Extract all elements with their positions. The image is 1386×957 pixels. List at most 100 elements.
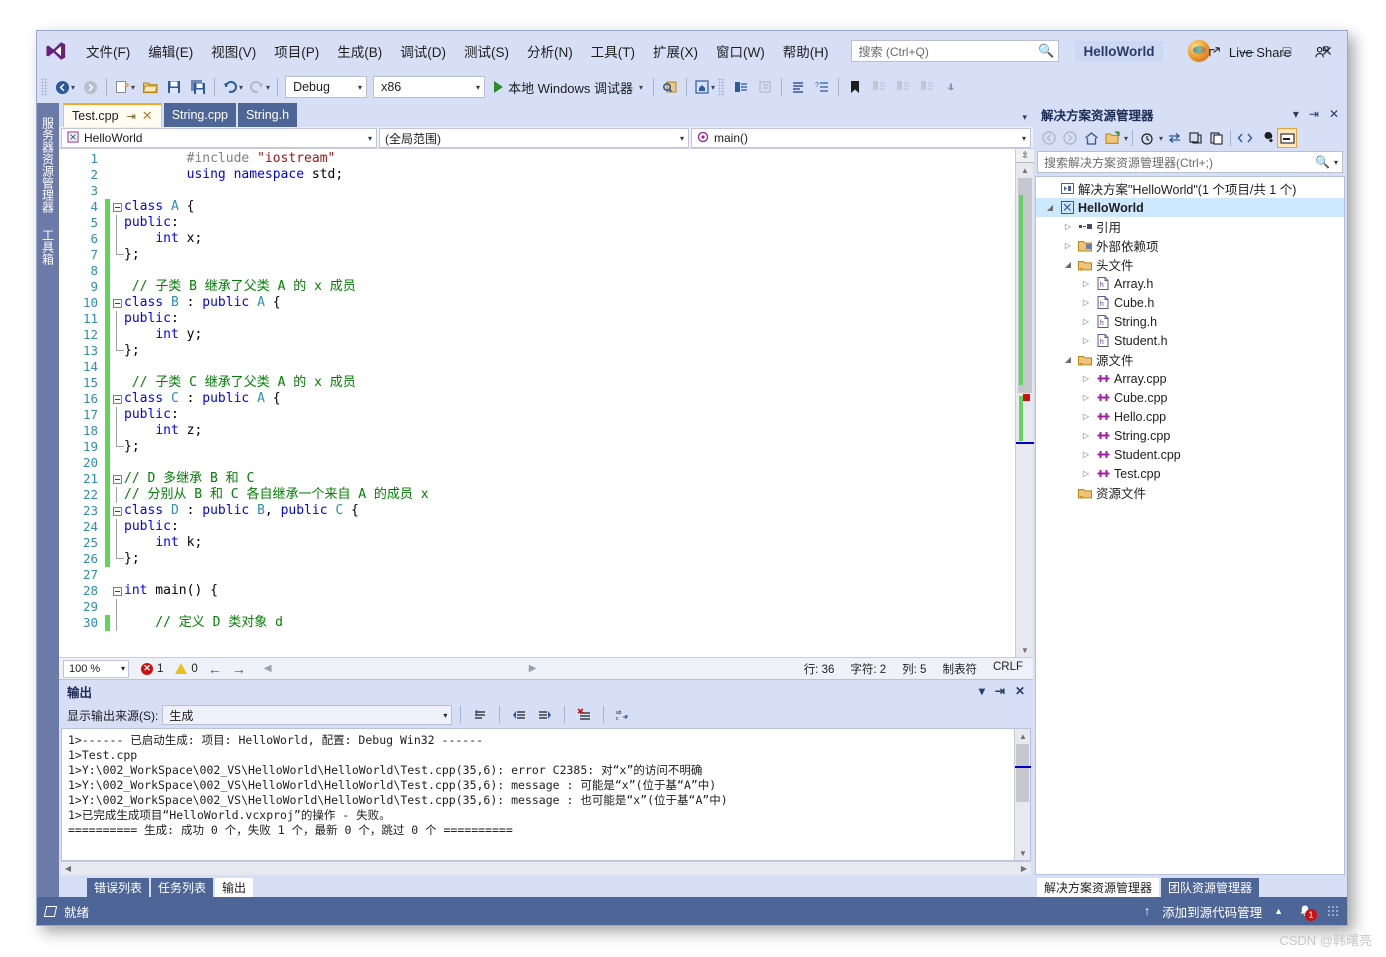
- toolbar-grip[interactable]: [41, 78, 48, 96]
- tree-node[interactable]: ▷ h Student.h: [1036, 331, 1344, 350]
- se-collapse-all-button[interactable]: [1206, 128, 1226, 148]
- tree-node[interactable]: ◢ 源文件: [1036, 350, 1344, 369]
- navigate-backward-button[interactable]: ▾: [52, 75, 78, 99]
- fold-glyph[interactable]: [110, 506, 124, 516]
- hscroll-right-arrow-icon[interactable]: ▶: [529, 663, 537, 674]
- output-close-icon[interactable]: ✕: [1015, 684, 1025, 698]
- undo-dropdown-icon[interactable]: ▾: [239, 83, 243, 92]
- editor-vertical-scrollbar[interactable]: ⇳ ▲ ▼: [1015, 149, 1034, 657]
- solution-configuration-combo[interactable]: Debug ▾: [285, 76, 368, 98]
- next-bookmark-button[interactable]: [891, 75, 915, 99]
- fold-glyph[interactable]: [110, 298, 124, 308]
- tree-node[interactable]: ▷ 外部依赖项: [1036, 236, 1344, 255]
- toggle-word-wrap-button[interactable]: ab c: [612, 705, 634, 725]
- tree-node[interactable]: ▷ Hello.cpp: [1036, 407, 1344, 426]
- fold-glyph[interactable]: [110, 474, 124, 484]
- tree-node[interactable]: ▷ Array.cpp: [1036, 369, 1344, 388]
- collapse-minus-icon[interactable]: [112, 394, 122, 404]
- menu-item-help[interactable]: 帮助(H): [774, 37, 838, 65]
- expander-collapsed-icon[interactable]: ▷: [1060, 241, 1076, 250]
- tree-node[interactable]: ▷ Student.cpp: [1036, 445, 1344, 464]
- save-all-button[interactable]: [186, 75, 210, 99]
- tree-node[interactable]: ▷ Cube.cpp: [1036, 388, 1344, 407]
- output-pin-icon[interactable]: ⇥: [995, 684, 1005, 698]
- expander-collapsed-icon[interactable]: ▷: [1060, 222, 1076, 231]
- code-editor[interactable]: 1 #include "iostream" 2 using namespace s…: [59, 149, 1034, 657]
- tab-error-list[interactable]: 错误列表: [87, 878, 150, 897]
- toggle-solution-explorer-button[interactable]: [729, 75, 753, 99]
- tab-task-list[interactable]: 任务列表: [151, 878, 214, 897]
- fold-glyph[interactable]: [110, 586, 124, 596]
- menu-item-file[interactable]: 文件(F): [77, 37, 139, 65]
- expander-collapsed-icon[interactable]: ▷: [1078, 431, 1094, 440]
- collapse-minus-icon[interactable]: [112, 586, 122, 596]
- home-window-button[interactable]: ▾: [691, 75, 718, 99]
- output-vertical-scrollbar[interactable]: ▲ ▼: [1014, 729, 1031, 860]
- undo-button[interactable]: ▾: [219, 75, 246, 99]
- se-properties-button[interactable]: [1256, 128, 1276, 148]
- navbar-project-combo[interactable]: HelloWorld ▾: [61, 128, 377, 148]
- tree-node[interactable]: ◢ HelloWorld: [1036, 198, 1344, 217]
- se-view-code-button[interactable]: [1235, 128, 1255, 148]
- tree-node[interactable]: ▷ h Array.h: [1036, 274, 1344, 293]
- menu-item-test[interactable]: 测试(S): [455, 37, 518, 65]
- next-issue-arrow-icon[interactable]: →: [232, 661, 246, 677]
- solution-tree[interactable]: 解决方案"HelloWorld"(1 个项目/共 1 个) ◢ HelloWorld…: [1035, 176, 1345, 875]
- expander-expanded-icon[interactable]: ◢: [1060, 260, 1076, 269]
- close-icon[interactable]: ✕: [142, 108, 153, 124]
- se-forward-button[interactable]: [1060, 128, 1080, 148]
- tree-node[interactable]: 资源文件: [1036, 483, 1344, 502]
- solution-explorer-pin-icon[interactable]: ⇥: [1309, 107, 1319, 121]
- editor-split-handle-icon[interactable]: ⇳: [1016, 149, 1034, 163]
- output-text-body[interactable]: 1>------ 已启动生成: 项目: HelloWorld, 配置: Debu…: [61, 728, 1031, 861]
- output-hscroll-left-icon[interactable]: ◀: [61, 864, 75, 873]
- redo-button[interactable]: ▾: [246, 75, 273, 99]
- go-to-message-button[interactable]: [469, 705, 491, 725]
- source-control-arrow-icon[interactable]: ↑: [1144, 904, 1150, 918]
- se-show-all-files-button[interactable]: [1102, 128, 1122, 148]
- new-project-dropdown-icon[interactable]: ▾: [131, 83, 135, 92]
- se-refresh-button[interactable]: [1185, 128, 1205, 148]
- clear-bookmarks-button[interactable]: [915, 75, 939, 99]
- solution-explorer-close-icon[interactable]: ✕: [1329, 107, 1339, 121]
- expander-collapsed-icon[interactable]: ▷: [1078, 450, 1094, 459]
- tree-node[interactable]: ▷ h Cube.h: [1036, 293, 1344, 312]
- zoom-level-combo[interactable]: 100 % ▾: [63, 659, 129, 678]
- source-control-label[interactable]: 添加到源代码管理: [1162, 902, 1262, 921]
- menu-item-build[interactable]: 生成(B): [328, 37, 391, 65]
- vtab-toolbox[interactable]: 工具箱: [37, 221, 60, 273]
- properties-window-button[interactable]: [753, 75, 777, 99]
- warning-count-indicator[interactable]: 0: [175, 663, 198, 675]
- collapse-minus-icon[interactable]: [112, 474, 122, 484]
- error-count-indicator[interactable]: ✕ 1: [141, 662, 163, 675]
- output-scroll-thumb[interactable]: [1016, 744, 1029, 802]
- se-preview-selected-button[interactable]: [1277, 128, 1298, 148]
- previous-bookmark-button[interactable]: [867, 75, 891, 99]
- window-resize-grip[interactable]: [1327, 905, 1339, 917]
- pin-icon[interactable]: ⇥: [127, 110, 136, 123]
- expander-collapsed-icon[interactable]: ▷: [1078, 393, 1094, 402]
- source-control-chevron-icon[interactable]: ▲: [1274, 906, 1283, 916]
- output-scroll-down-arrow-icon[interactable]: ▼: [1015, 846, 1031, 860]
- redo-dropdown-icon[interactable]: ▾: [266, 83, 270, 92]
- comment-selection-button[interactable]: [786, 75, 810, 99]
- navbar-scope-combo[interactable]: (全局范围) ▾: [379, 128, 689, 148]
- tab-overflow-chevron-icon[interactable]: ▾: [1022, 112, 1027, 123]
- navbar-member-combo[interactable]: main() ▾: [691, 128, 1031, 148]
- expander-collapsed-icon[interactable]: ▷: [1078, 317, 1094, 326]
- vtab-server-explorer[interactable]: 服务器资源管理器: [37, 109, 60, 221]
- tab-output[interactable]: 输出: [215, 878, 254, 897]
- fold-glyph[interactable]: [110, 202, 124, 212]
- collapse-minus-icon[interactable]: [112, 202, 122, 212]
- output-dropdown-icon[interactable]: ▾: [979, 684, 985, 698]
- toolbar-overflow-button[interactable]: ⥥: [939, 75, 963, 99]
- expander-collapsed-icon[interactable]: ▷: [1078, 412, 1094, 421]
- live-share-button[interactable]: Live Share: [1208, 45, 1291, 60]
- scroll-up-arrow-icon[interactable]: ▲: [1016, 163, 1034, 177]
- output-scroll-up-arrow-icon[interactable]: ▲: [1015, 729, 1031, 743]
- menu-item-extensions[interactable]: 扩展(X): [644, 37, 707, 65]
- global-search-input[interactable]: 搜索 (Ctrl+Q) 🔍: [851, 40, 1060, 62]
- previous-message-button[interactable]: [508, 705, 530, 725]
- backward-dropdown-icon[interactable]: ▾: [71, 83, 75, 92]
- se-show-all-dropdown-icon[interactable]: ▾: [1124, 134, 1128, 143]
